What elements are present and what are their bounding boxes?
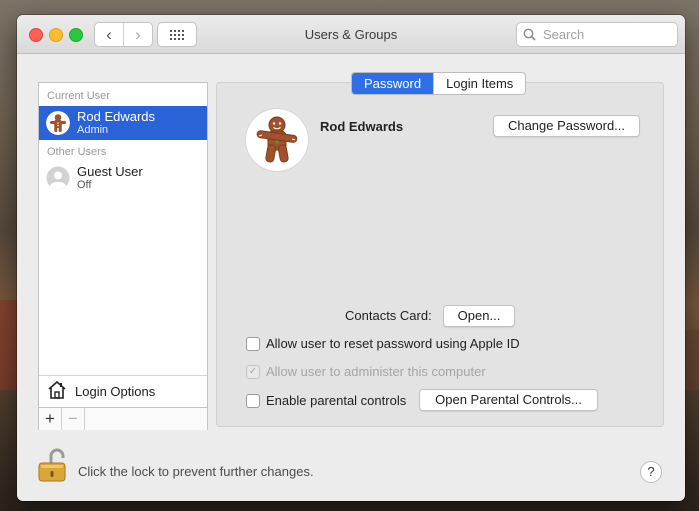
search-icon	[523, 28, 536, 41]
user-status: Off	[77, 179, 92, 191]
reset-password-option[interactable]: Allow user to reset password using Apple…	[246, 336, 520, 351]
tab-password[interactable]: Password	[352, 73, 434, 94]
change-password-button[interactable]: Change Password...	[493, 115, 640, 137]
open-parental-controls-button[interactable]: Open Parental Controls...	[419, 389, 598, 411]
add-remove-bar: + −	[39, 407, 207, 430]
reset-password-label: Allow user to reset password using Apple…	[266, 336, 520, 351]
parental-controls-option[interactable]: Enable parental controls	[246, 393, 406, 408]
user-role: Admin	[77, 124, 109, 136]
other-users-section-label: Other Users	[47, 146, 107, 158]
user-name: Guest User	[77, 164, 143, 179]
administer-option: ✓ Allow user to administer this computer	[246, 364, 486, 379]
desktop-background-detail	[685, 330, 699, 390]
lock-status-text: Click the lock to prevent further change…	[78, 464, 314, 479]
administer-checkbox: ✓	[246, 364, 260, 379]
open-contacts-card-button[interactable]: Open...	[443, 305, 515, 327]
user-row-guest-user[interactable]: Guest User Off	[39, 161, 207, 195]
contacts-card-label: Contacts Card:	[345, 308, 432, 323]
user-full-name: Rod Edwards	[320, 119, 404, 134]
user-name: Rod Edwards	[77, 109, 156, 124]
search-field[interactable]	[516, 22, 678, 47]
administer-label: Allow user to administer this computer	[266, 364, 486, 379]
tab-bar: Password Login Items	[351, 72, 527, 95]
reset-password-checkbox[interactable]	[246, 336, 260, 351]
gingerbread-avatar-icon	[46, 111, 70, 135]
add-user-button[interactable]: +	[39, 408, 62, 430]
current-user-section-label: Current User	[47, 90, 110, 102]
remove-user-button[interactable]: −	[62, 408, 85, 430]
login-options-label: Login Options	[75, 384, 156, 399]
users-groups-window: ‹ › Users & Groups Current User	[17, 15, 685, 501]
user-picture[interactable]	[246, 109, 308, 171]
login-options-item[interactable]: Login Options	[39, 375, 207, 407]
tab-login-items[interactable]: Login Items	[433, 73, 525, 94]
guest-user-icon	[46, 166, 70, 190]
house-icon	[48, 380, 66, 399]
help-icon[interactable]: ?	[640, 461, 662, 483]
parental-controls-checkbox[interactable]	[246, 393, 260, 408]
title-bar: ‹ › Users & Groups	[17, 15, 685, 54]
gingerbread-avatar-icon	[256, 116, 298, 163]
unlocked-padlock-icon	[38, 448, 66, 482]
user-row-rod-edwards[interactable]: Rod Edwards Admin	[39, 106, 207, 140]
search-input[interactable]	[541, 26, 670, 43]
users-list: Current User Rod Edwards Admin Other Use…	[38, 82, 208, 430]
lock-button[interactable]	[37, 447, 71, 486]
parental-controls-label: Enable parental controls	[266, 393, 407, 408]
